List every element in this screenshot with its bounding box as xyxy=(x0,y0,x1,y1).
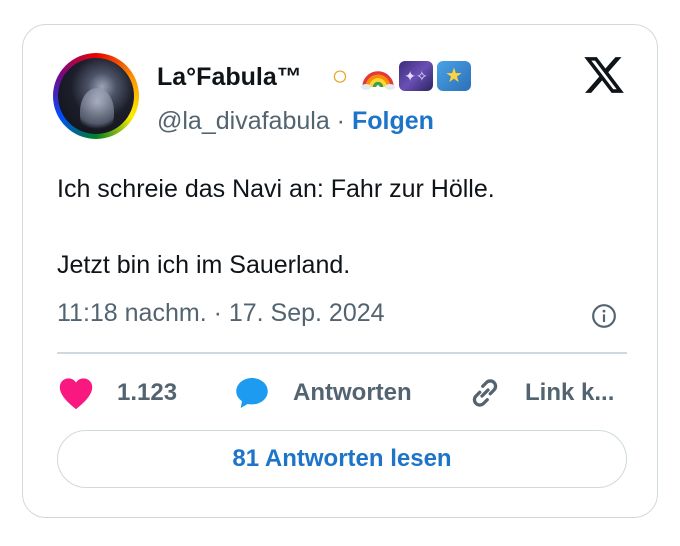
rainbow-emoji-icon xyxy=(361,61,395,91)
author-handle-row: @la_divafabula · Folgen xyxy=(157,107,434,136)
link-label: Link k... xyxy=(525,379,615,406)
reply-button[interactable]: Antworten xyxy=(233,373,412,413)
like-button[interactable]: 1.123 xyxy=(57,373,177,413)
reply-label: Antworten xyxy=(293,379,412,406)
post-timestamp[interactable]: 11:18 nachm. · 17. Sep. 2024 xyxy=(57,299,385,328)
ring-emoji-icon: ○ xyxy=(331,60,349,91)
divider xyxy=(57,352,627,354)
read-replies-button[interactable]: 81 Antworten lesen xyxy=(57,430,627,488)
shooting-star-emoji-icon: ★ xyxy=(437,61,471,91)
heart-icon xyxy=(59,378,93,410)
avatar[interactable] xyxy=(53,53,139,139)
embedded-post-card[interactable]: La°Fabula™ ○ ✦✧ ★ @la_divafabula · Folge… xyxy=(22,24,658,518)
x-logo-icon[interactable] xyxy=(581,53,627,97)
info-icon[interactable] xyxy=(591,303,617,329)
link-icon xyxy=(472,379,498,407)
post-text-line-2: Jetzt bin ich im Sauerland. xyxy=(57,251,351,279)
author-display-name[interactable]: La°Fabula™ xyxy=(157,63,302,92)
follow-link[interactable]: Folgen xyxy=(352,107,434,135)
like-count: 1.123 xyxy=(117,379,178,406)
author-handle[interactable]: @la_divafabula xyxy=(157,107,330,135)
copy-link-button[interactable]: Link k... xyxy=(467,373,614,413)
separator-dot: · xyxy=(336,107,345,135)
speech-bubble-icon xyxy=(236,378,268,408)
milky-way-emoji-icon: ✦✧ xyxy=(399,61,433,91)
avatar-photo xyxy=(58,58,134,134)
name-emojis: ○ ✦✧ ★ xyxy=(323,61,471,91)
post-text-line-1: Ich schreie das Navi an: Fahr zur Hölle. xyxy=(57,175,495,203)
